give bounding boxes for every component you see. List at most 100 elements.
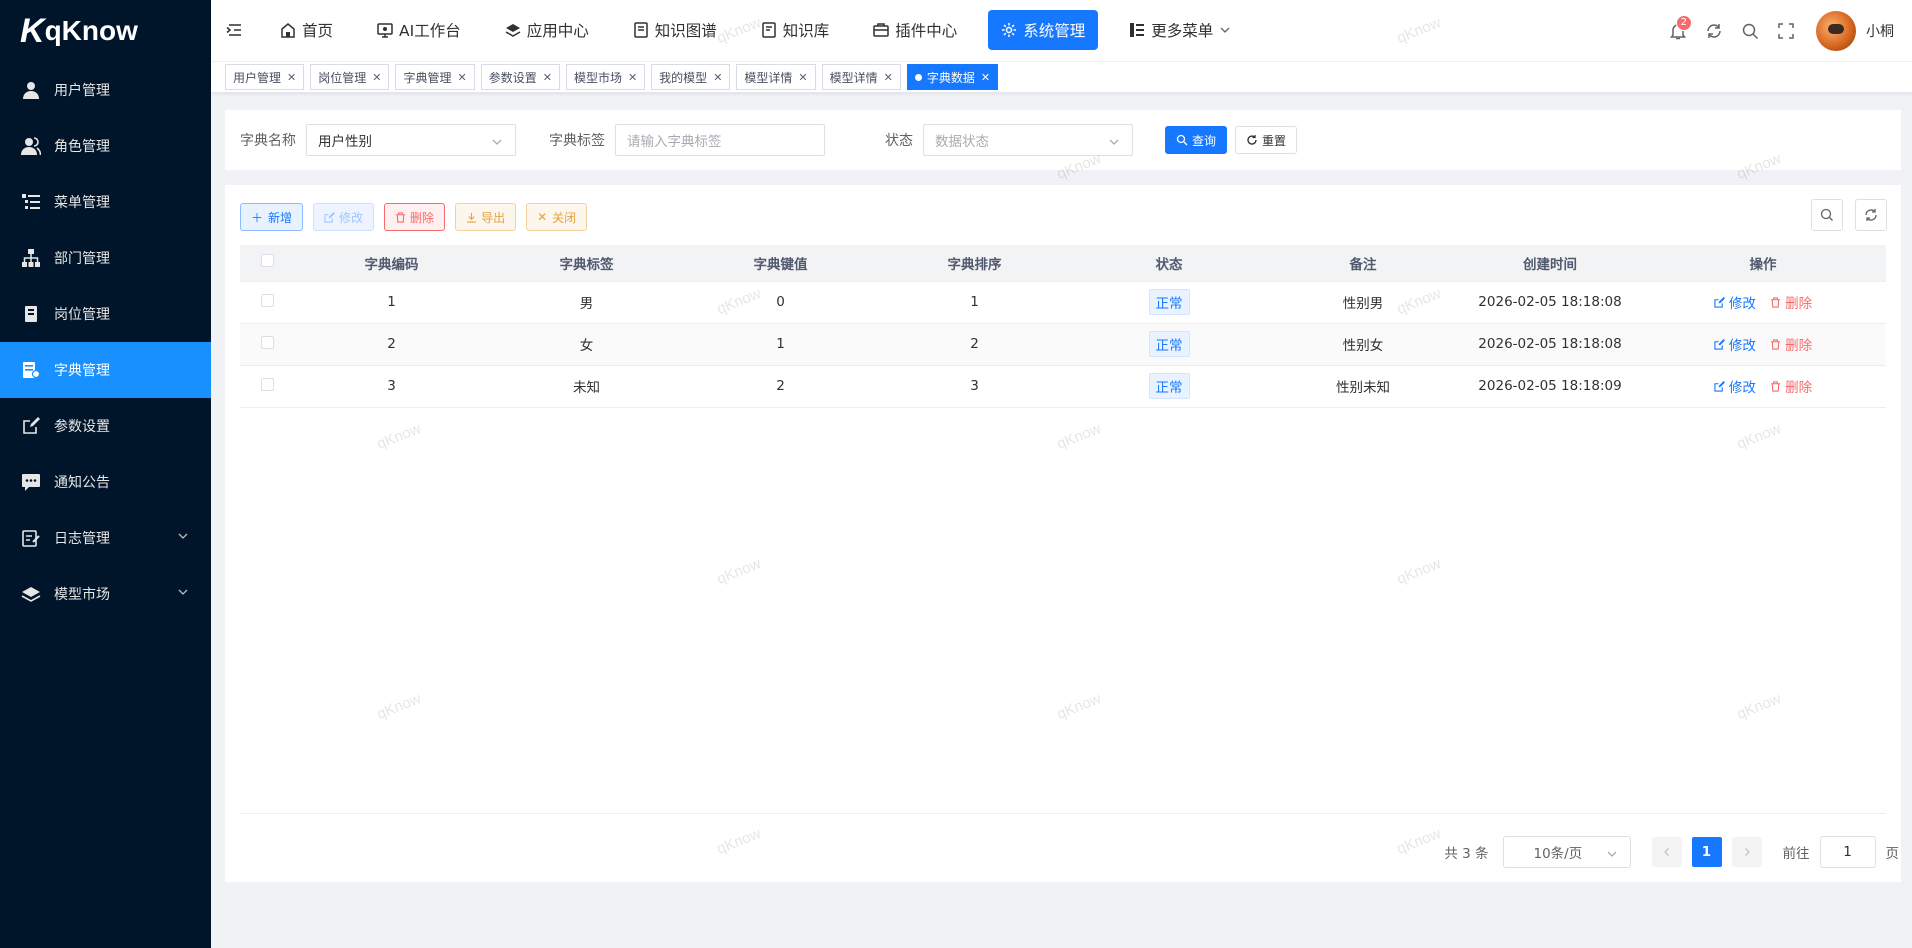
cell-status: 正常: [1072, 323, 1266, 366]
search-button[interactable]: [1732, 13, 1768, 49]
page-size-select[interactable]: 10条/页: [1502, 836, 1631, 868]
tab-user-management[interactable]: 用户管理 ✕: [225, 64, 305, 90]
add-button[interactable]: ＋ 新增: [240, 203, 304, 231]
close-icon[interactable]: ✕: [457, 71, 466, 84]
sidebar-item-config[interactable]: 参数设置: [0, 398, 211, 454]
top-navbar: 首页 AI工作台 应用中心 知识图谱 知识库 插件中心 系统管理 更多菜单 2 …: [211, 0, 1912, 61]
delete-button[interactable]: 删除: [384, 203, 446, 231]
row-delete-button[interactable]: 删除: [1770, 376, 1812, 396]
select-all-checkbox[interactable]: [260, 254, 274, 268]
refresh-table-button[interactable]: [1855, 199, 1887, 231]
nav-knowledge-graph[interactable]: 知识图谱: [620, 10, 730, 50]
tab-dict-management[interactable]: 字典管理 ✕: [395, 64, 475, 90]
toggle-search-button[interactable]: [1811, 199, 1843, 231]
username[interactable]: 小桐: [1866, 21, 1894, 41]
row-checkbox[interactable]: [260, 293, 274, 307]
row-edit-button[interactable]: 修改: [1714, 376, 1756, 396]
nav-app-center[interactable]: 应用中心: [492, 10, 602, 50]
sidebar-item-notice[interactable]: 通知公告: [0, 454, 211, 510]
edit-button[interactable]: 修改: [313, 203, 375, 231]
close-icon[interactable]: ✕: [372, 71, 381, 84]
reset-button[interactable]: 重置: [1235, 126, 1298, 154]
row-edit-label: 修改: [1728, 296, 1756, 312]
row-edit-button[interactable]: 修改: [1714, 334, 1756, 354]
close-icon[interactable]: ✕: [287, 71, 296, 84]
trash-icon: [1771, 296, 1781, 308]
close-icon[interactable]: ✕: [628, 71, 637, 84]
notification-button[interactable]: 2: [1660, 13, 1696, 49]
status-badge: 正常: [1148, 331, 1190, 357]
prev-page-button[interactable]: [1651, 837, 1682, 867]
sidebar-item-menu[interactable]: 菜单管理: [0, 174, 211, 230]
sidebar-item-dept[interactable]: 部门管理: [0, 230, 211, 286]
sidebar-item-dict[interactable]: 字典管理: [0, 342, 211, 398]
briefcase-icon: [873, 23, 889, 37]
export-button[interactable]: 导出: [455, 203, 517, 231]
next-page-button[interactable]: [1731, 837, 1762, 867]
nav-knowledge-base[interactable]: 知识库: [748, 10, 843, 50]
sidebar-item-log[interactable]: 日志管理: [0, 510, 211, 566]
edit-label: 修改: [339, 210, 364, 225]
nav-system-management[interactable]: 系统管理: [988, 10, 1099, 50]
cell-remark: 性别未知: [1266, 365, 1460, 408]
tab-model-market[interactable]: 模型市场 ✕: [565, 64, 646, 90]
sidebar-item-model[interactable]: 模型市场: [0, 566, 211, 622]
sidebar-item-post[interactable]: 岗位管理: [0, 286, 211, 342]
search-form: 字典名称 用户性别 字典标签 请输入字典标签 状态 数据状态 查询 重置: [225, 110, 1901, 170]
logo[interactable]: K qKnow: [0, 0, 211, 62]
row-delete-button[interactable]: 删除: [1770, 292, 1812, 312]
close-icon[interactable]: ✕: [884, 71, 893, 84]
main-area: 首页 AI工作台 应用中心 知识图谱 知识库 插件中心 系统管理 更多菜单 2 …: [211, 0, 1912, 948]
row-checkbox[interactable]: [260, 335, 274, 349]
nav-more-menu[interactable]: 更多菜单: [1116, 10, 1250, 50]
page-number-button[interactable]: 1: [1691, 837, 1722, 867]
row-checkbox[interactable]: [260, 377, 274, 391]
close-icon[interactable]: ✕: [981, 71, 990, 84]
sidebar-item-user[interactable]: 用户管理: [0, 62, 211, 118]
page-size-value: 10条/页: [1533, 846, 1583, 862]
trash-icon: [395, 211, 406, 223]
cell-value: 2: [684, 365, 877, 408]
refresh-button[interactable]: [1696, 13, 1732, 49]
dict-name-value: 用户性别: [318, 134, 372, 150]
tab-config[interactable]: 参数设置 ✕: [480, 64, 560, 90]
edit-icon: [1714, 338, 1725, 350]
tab-label: 模型市场: [573, 70, 622, 85]
table-header-row: 字典编码 字典标签 字典键值 字典排序 状态 备注 创建时间 操作: [240, 245, 1886, 282]
row-edit-button[interactable]: 修改: [1714, 292, 1756, 312]
close-icon[interactable]: ✕: [798, 71, 807, 84]
close-icon[interactable]: ✕: [543, 71, 552, 84]
row-delete-label: 删除: [1785, 296, 1813, 312]
table-row: 2 女 1 2 正常 性别女 2026-02-05 18:18:08 修改 删除: [240, 323, 1886, 366]
tab-dict-data[interactable]: 字典数据 ✕: [906, 64, 999, 90]
nav-plugin-center[interactable]: 插件中心: [860, 10, 970, 50]
nav-label: AI工作台: [399, 22, 461, 40]
sidebar-item-role[interactable]: 角色管理: [0, 118, 211, 174]
nav-home[interactable]: 首页: [267, 10, 346, 50]
collapse-menu-icon[interactable]: [225, 20, 245, 40]
nav-label: 知识图谱: [654, 22, 717, 40]
dict-label-input[interactable]: 请输入字典标签: [615, 124, 825, 156]
notification-badge: 2: [1675, 14, 1692, 31]
tab-post-management[interactable]: 岗位管理 ✕: [310, 64, 390, 90]
tab-model-detail[interactable]: 模型详情 ✕: [821, 64, 901, 90]
chevron-down-icon: [178, 533, 188, 539]
table-toolbar: ＋ 新增 修改 删除 导出 ✕ 关闭: [240, 203, 597, 231]
tab-my-models[interactable]: 我的模型 ✕: [651, 64, 731, 90]
avatar[interactable]: [1816, 10, 1856, 51]
row-delete-button[interactable]: 删除: [1770, 334, 1812, 354]
goto-page-input[interactable]: 1: [1819, 836, 1876, 868]
col-created: 创建时间: [1460, 245, 1640, 282]
nav-ai-workbench[interactable]: AI工作台: [364, 10, 474, 50]
tab-model-detail[interactable]: 模型详情 ✕: [736, 64, 816, 90]
col-remark: 备注: [1266, 245, 1460, 282]
close-icon[interactable]: ✕: [713, 71, 722, 84]
tab-label: 参数设置: [488, 70, 537, 85]
status-select[interactable]: 数据状态: [923, 124, 1133, 156]
close-button[interactable]: ✕ 关闭: [526, 203, 588, 231]
table-row: 1 男 0 1 正常 性别男 2026-02-05 18:18:08 修改 删除: [240, 281, 1886, 324]
query-button[interactable]: 查询: [1165, 126, 1228, 154]
fullscreen-button[interactable]: [1768, 13, 1804, 49]
dict-name-select[interactable]: 用户性别: [306, 124, 516, 156]
status-badge: 正常: [1148, 373, 1190, 399]
